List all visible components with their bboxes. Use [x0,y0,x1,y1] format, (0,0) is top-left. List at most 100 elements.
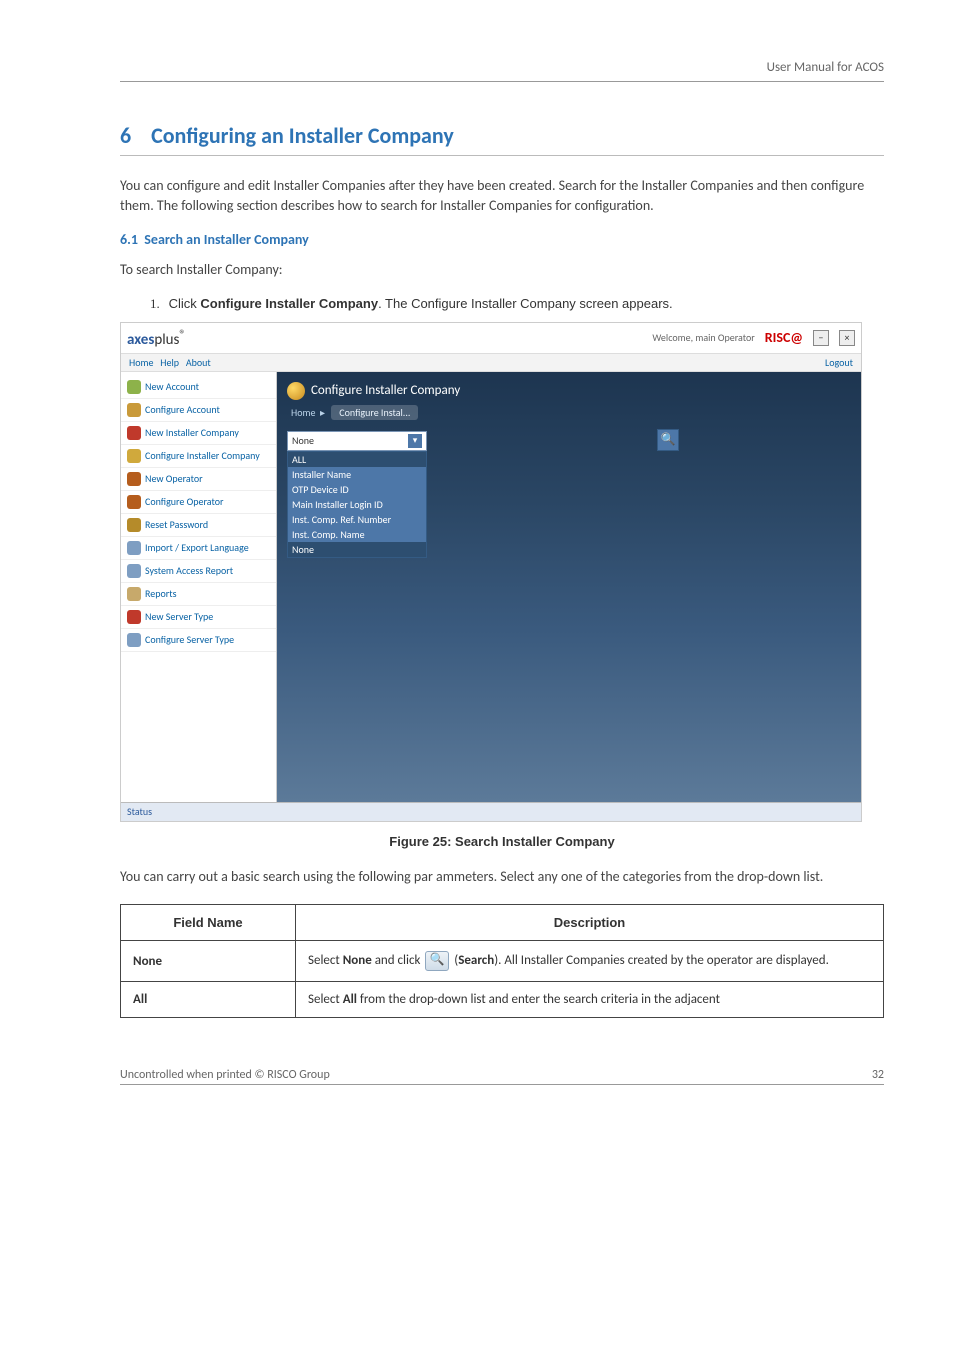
sidebar-label: Reset Password [145,519,208,530]
row-desc-post: from the drop-down list and enter the se… [357,992,720,1007]
step-number: 1. [150,296,160,311]
sidebar-icon [127,380,141,394]
sidebar-item[interactable]: New Installer Company [121,422,276,445]
dropdown-options: ALL Installer Name OTP Device ID Main In… [287,451,427,558]
row-desc-pre: Select [308,953,343,968]
sidebar-label: Configure Operator [145,496,224,507]
sidebar-item[interactable]: Configure Operator [121,491,276,514]
sidebar-item[interactable]: Configure Server Type [121,629,276,652]
sidebar-item[interactable]: Import / Export Language [121,537,276,560]
ss-tabstrip: Home ▸ Configure Instal... [287,404,851,427]
dropdown-option[interactable]: Installer Name [288,467,426,482]
sidebar-icon [127,426,141,440]
dropdown-option[interactable]: Main Installer Login ID [288,497,426,512]
sidebar-icon [127,403,141,417]
screenshot: axesplus® Welcome, main Operator RISC@ −… [120,322,862,822]
sidebar-label: New Operator [145,473,203,484]
subsection-title: Search an Installer Company [144,231,309,248]
step-post: . The Configure Installer Company screen… [378,296,673,311]
row-desc-post: ). All Installer Companies created by th… [494,953,829,968]
sidebar-icon [127,587,141,601]
risc-logo: RISC@ [765,329,803,346]
sidebar-label: New Account [145,381,199,392]
welcome-text: Welcome, main Operator [652,331,754,344]
section-number: 6 [120,122,131,149]
menu-help[interactable]: Help [160,356,179,369]
tab-configure-installer[interactable]: Configure Instal... [331,405,418,420]
ss-main-panel: Configure Installer Company Home ▸ Confi… [277,372,861,802]
sidebar-icon [127,495,141,509]
sidebar-icon [127,633,141,647]
close-button[interactable]: × [839,330,855,346]
row-desc-pre: Select [308,992,343,1007]
subsection-number: 6.1 [120,231,138,248]
row-desc-bold2: Search [458,953,494,968]
sidebar-item[interactable]: Reports [121,583,276,606]
section-title: 6 Configuring an Installer Company [120,122,884,149]
sidebar-item[interactable]: System Access Report [121,560,276,583]
search-button[interactable]: 🔍 [657,429,679,451]
ss-menubar: Home Help About Logout [121,354,861,372]
ss-sidebar: New Account Configure Account New Instal… [121,372,277,802]
row-desc-bold: All [343,992,357,1007]
section-rule [120,155,884,156]
menu-home[interactable]: Home [129,356,153,369]
section-title-text: Configuring an Installer Company [151,122,454,149]
footer-left: Uncontrolled when printed © RISCO Group [120,1068,330,1082]
page-footer: Uncontrolled when printed © RISCO Group … [120,1068,884,1085]
logo-sup: ® [179,327,185,342]
sidebar-item[interactable]: Configure Installer Company [121,445,276,468]
dropdown-option[interactable]: Inst. Comp. Ref. Number [288,512,426,527]
sidebar-label: New Server Type [145,611,213,622]
header-rule [120,81,884,82]
sidebar-label: Configure Account [145,404,220,415]
step-pre: Click [169,296,201,311]
row-field: All [133,992,147,1007]
description-table: Field Name Description None Select None … [120,904,884,1018]
panel-title-text: Configure Installer Company [311,383,460,398]
subsection-lead: To search Installer Company: [120,260,884,280]
subsection-heading: 6.1 Search an Installer Company [120,231,884,248]
dropdown-selected: None [292,434,314,447]
figure-caption: Figure 25: Search Installer Company [120,834,884,849]
tab-home[interactable]: Home [291,406,315,419]
th-description: Description [296,905,884,941]
status-bar: Status [121,802,861,821]
sidebar-item[interactable]: New Account [121,376,276,399]
th-field-name: Field Name [121,905,296,941]
menu-about[interactable]: About [186,356,211,369]
search-field-dropdown[interactable]: None ▾ ALL Installer Name OTP Device ID … [287,431,427,558]
dropdown-option[interactable]: None [288,542,426,557]
menu-logout[interactable]: Logout [825,356,853,369]
sidebar-label: Configure Installer Company [145,450,260,461]
sidebar-label: Import / Export Language [145,542,249,553]
footer-page-number: 32 [872,1068,884,1082]
sidebar-icon [127,610,141,624]
sidebar-item[interactable]: New Server Type [121,606,276,629]
minimize-button[interactable]: − [813,330,829,346]
sidebar-icon [127,541,141,555]
sidebar-item[interactable]: Configure Account [121,399,276,422]
sidebar-icon [127,449,141,463]
dropdown-arrow-icon[interactable]: ▾ [408,434,422,448]
dropdown-option[interactable]: ALL [288,452,426,467]
step-bold: Configure Installer Company [200,296,378,311]
sidebar-icon [127,472,141,486]
section-intro: You can configure and edit Installer Com… [120,176,884,215]
ss-titlebar: axesplus® Welcome, main Operator RISC@ −… [121,323,861,354]
sidebar-item[interactable]: New Operator [121,468,276,491]
page-header-right: User Manual for ACOS [120,60,884,81]
table-row: All Select All from the drop-down list a… [121,982,884,1018]
logo-part-a: axes [127,331,154,349]
sidebar-item[interactable]: Reset Password [121,514,276,537]
row-desc-mid: and click [372,953,424,968]
sidebar-icon [127,518,141,532]
row-desc-bold: None [343,953,372,968]
dropdown-option[interactable]: OTP Device ID [288,482,426,497]
dropdown-option[interactable]: Inst. Comp. Name [288,527,426,542]
row-field: None [133,954,162,969]
row-desc: Select None and click 🔍 (Search). All In… [296,941,884,982]
app-logo: axesplus® [127,327,186,349]
step-1: 1. Click Configure Installer Company. Th… [150,296,884,312]
row-desc: Select All from the drop-down list and e… [296,982,884,1018]
